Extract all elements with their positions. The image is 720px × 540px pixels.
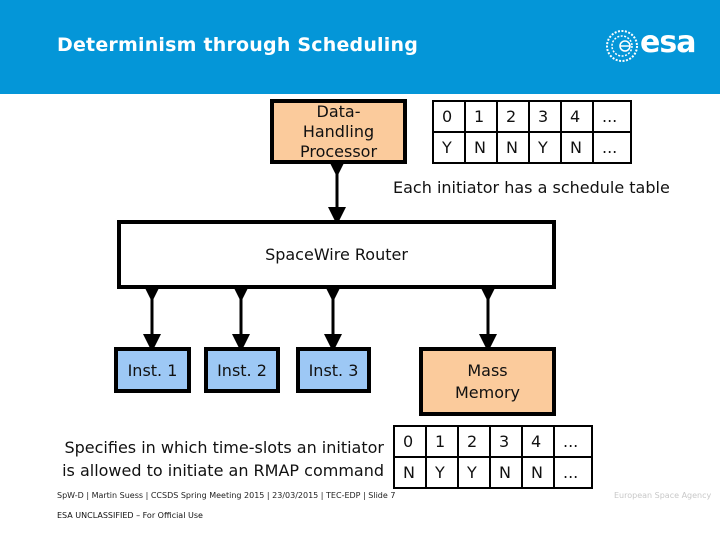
- slot-cell: 1: [425, 425, 459, 458]
- allowed-cell: Y: [528, 131, 562, 164]
- dhp-label-line: Processor: [299, 141, 378, 161]
- slot-cell: 4: [560, 100, 594, 133]
- instrument-3-box: Inst. 3: [296, 347, 371, 393]
- slot-cell: 4: [521, 425, 555, 458]
- slot-cell: 3: [489, 425, 523, 458]
- rmap-note: Specifies in which time-slots an initiat…: [22, 436, 384, 482]
- instrument-2-box: Inst. 2: [204, 347, 280, 393]
- slot-cell: 2: [496, 100, 530, 133]
- spacewire-router-box: SpaceWire Router: [117, 220, 556, 289]
- slot-cell: 0: [393, 425, 427, 458]
- instrument-label: Inst. 3: [308, 360, 359, 380]
- slot-cell: ...: [553, 425, 593, 458]
- rmap-note-line: is allowed to initiate an RMAP command: [62, 461, 384, 480]
- mass-memory-label-line: Memory: [454, 382, 521, 402]
- allowed-cell: N: [393, 456, 427, 489]
- allowed-row: Y N N Y N ...: [432, 131, 632, 164]
- slot-cell: ...: [592, 100, 632, 133]
- rmap-note-line: Specifies in which time-slots an initiat…: [64, 438, 384, 457]
- slot-cell: 2: [457, 425, 491, 458]
- allowed-cell: ...: [592, 131, 632, 164]
- allowed-cell: N: [560, 131, 594, 164]
- instrument-label: Inst. 2: [217, 360, 267, 380]
- allowed-cell: N: [489, 456, 523, 489]
- allowed-cell: N: [521, 456, 555, 489]
- allowed-cell: ...: [553, 456, 593, 489]
- schedule-table-top: 0 1 2 3 4 ... Y N N Y N ...: [432, 100, 632, 164]
- footer-agency-name: European Space Agency: [614, 491, 712, 500]
- slot-row: 0 1 2 3 4 ...: [393, 425, 593, 458]
- allowed-cell: Y: [457, 456, 491, 489]
- allowed-cell: N: [496, 131, 530, 164]
- router-label: SpaceWire Router: [265, 245, 408, 264]
- allowed-cell: Y: [425, 456, 459, 489]
- dhp-label-line: Handling: [302, 121, 375, 141]
- footer-meta: SpW-D | Martin Suess | CCSDS Spring Meet…: [57, 491, 396, 500]
- slot-cell: 3: [528, 100, 562, 133]
- dhp-label-line: Data-: [316, 101, 361, 121]
- slot-row: 0 1 2 3 4 ...: [432, 100, 632, 133]
- slot-cell: 0: [432, 100, 466, 133]
- data-handling-processor-box: Data- Handling Processor: [270, 99, 407, 164]
- mass-memory-box: Mass Memory: [419, 347, 556, 416]
- allowed-cell: N: [464, 131, 498, 164]
- schedule-table-bottom: 0 1 2 3 4 ... N Y Y N N ...: [393, 425, 593, 489]
- allowed-row: N Y Y N N ...: [393, 456, 593, 489]
- schedule-table-note: Each initiator has a schedule table: [393, 178, 670, 197]
- instrument-1-box: Inst. 1: [114, 347, 191, 393]
- instrument-label: Inst. 1: [127, 360, 178, 380]
- footer-classification: ESA UNCLASSIFIED – For Official Use: [57, 511, 203, 520]
- mass-memory-label-line: Mass: [467, 360, 508, 380]
- allowed-cell: Y: [432, 131, 466, 164]
- slot-cell: 1: [464, 100, 498, 133]
